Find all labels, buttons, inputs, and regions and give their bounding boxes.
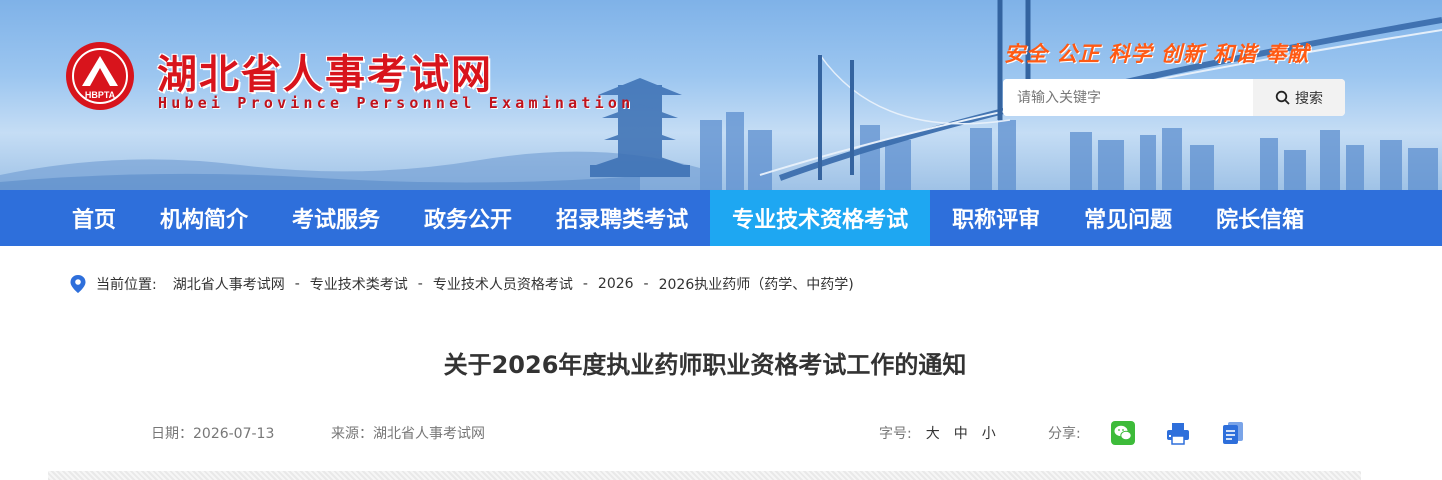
article-date: 日期：2026-07-13 [151,426,275,442]
article-source: 来源：湖北省人事考试网 [331,426,485,442]
search-input[interactable] [1003,79,1253,116]
breadcrumb-separator: - [417,276,423,292]
location-pin-icon [70,275,86,293]
site-name: 湖北省人事考试网 [157,52,493,98]
breadcrumb-separator: - [582,276,588,292]
font-size-large-button[interactable]: 大 [926,423,940,443]
breadcrumb-label: 当前位置: [96,277,157,293]
breadcrumb: 当前位置: 湖北省人事考试网 - 专业技术类考试 - 专业技术人员资格考试 - … [70,274,854,294]
breadcrumb-separator: - [643,276,649,292]
logo-text: HBPTA [85,90,116,100]
header-banner: HBPTA 湖北省人事考试网 Hubei Province Personnel … [0,0,1442,190]
nav-item-title-review[interactable]: 职称评审 [930,190,1062,246]
print-icon[interactable] [1166,421,1190,445]
nav-item-recruitment-exams[interactable]: 招录聘类考试 [534,190,710,246]
search-button[interactable]: 搜索 [1253,79,1345,116]
breadcrumb-item-qualification-exams[interactable]: 专业技术人员资格考试 [433,274,573,294]
nav-item-home[interactable]: 首页 [50,190,138,246]
search-button-label: 搜索 [1295,90,1323,107]
main-nav: 首页 机构简介 考试服务 政务公开 招录聘类考试 专业技术资格考试 职称评审 常… [0,190,1442,246]
site-name-en: Hubei Province Personnel Examination [158,94,635,112]
font-size-medium-button[interactable]: 中 [954,423,968,443]
wechat-icon[interactable] [1111,421,1135,445]
hbpta-logo: HBPTA [66,42,134,110]
font-size-control: 字号: 大 中 小 [879,423,996,443]
nav-item-government-affairs[interactable]: 政务公开 [402,190,534,246]
nav-item-professional-qualification[interactable]: 专业技术资格考试 [710,190,931,246]
breadcrumb-item-pharmacist[interactable]: 2026执业药师（药学、中药学) [659,274,854,294]
breadcrumb-item-year[interactable]: 2026 [598,276,634,292]
breadcrumb-item-home[interactable]: 湖北省人事考试网 [173,274,285,294]
font-size-small-button[interactable]: 小 [982,423,996,443]
breadcrumb-item-professional-exams[interactable]: 专业技术类考试 [310,274,408,294]
nav-item-faq[interactable]: 常见问题 [1062,190,1194,246]
nav-item-director-mailbox[interactable]: 院长信箱 [1194,190,1326,246]
breadcrumb-separator: - [294,276,300,292]
nav-item-about[interactable]: 机构简介 [138,190,270,246]
share-label: 分享: [1048,426,1081,442]
content-divider [48,471,1361,480]
search-box: 搜索 [1003,79,1345,116]
search-icon [1275,90,1290,105]
font-size-label: 字号: [879,426,912,442]
copy-icon[interactable] [1221,421,1245,445]
slogan: 安全 公正 科学 创新 和谐 奉献 [1004,42,1310,66]
nav-item-exam-services[interactable]: 考试服务 [270,190,402,246]
article-title: 关于2026年度执业药师职业资格考试工作的通知 [443,351,967,379]
